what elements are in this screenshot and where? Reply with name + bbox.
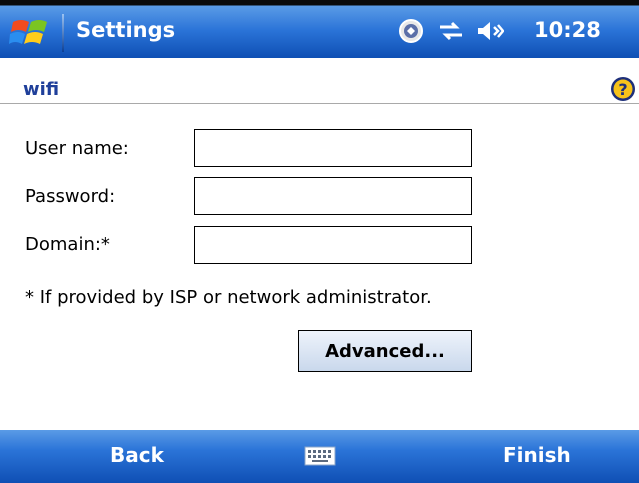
svg-text:?: ? [618, 80, 627, 99]
domain-note: * If provided by ISP or network administ… [25, 287, 432, 308]
username-field[interactable] [194, 129, 472, 167]
back-softkey[interactable]: Back [110, 443, 164, 467]
notification-icon[interactable] [398, 18, 424, 44]
keyboard-icon[interactable] [304, 446, 336, 470]
page-header [0, 58, 639, 104]
finish-softkey[interactable]: Finish [503, 443, 571, 467]
password-label: Password: [25, 186, 116, 207]
volume-icon[interactable] [476, 19, 504, 43]
advanced-button-label: Advanced... [325, 340, 445, 362]
page-title: wifi [23, 79, 60, 100]
start-flag-icon[interactable] [9, 16, 53, 50]
password-field[interactable] [194, 177, 472, 215]
status-icons [398, 16, 510, 46]
advanced-button[interactable]: Advanced... [298, 330, 472, 372]
window-title: Settings [76, 18, 176, 42]
help-icon[interactable]: ? [610, 76, 636, 106]
domain-label: Domain:* [25, 234, 110, 255]
title-bar: Settings 10:28 [0, 0, 639, 58]
username-label: User name: [25, 138, 129, 159]
title-separator [62, 14, 64, 52]
clock[interactable]: 10:28 [534, 18, 601, 42]
domain-field[interactable] [194, 226, 472, 264]
connectivity-icon[interactable] [438, 19, 464, 43]
